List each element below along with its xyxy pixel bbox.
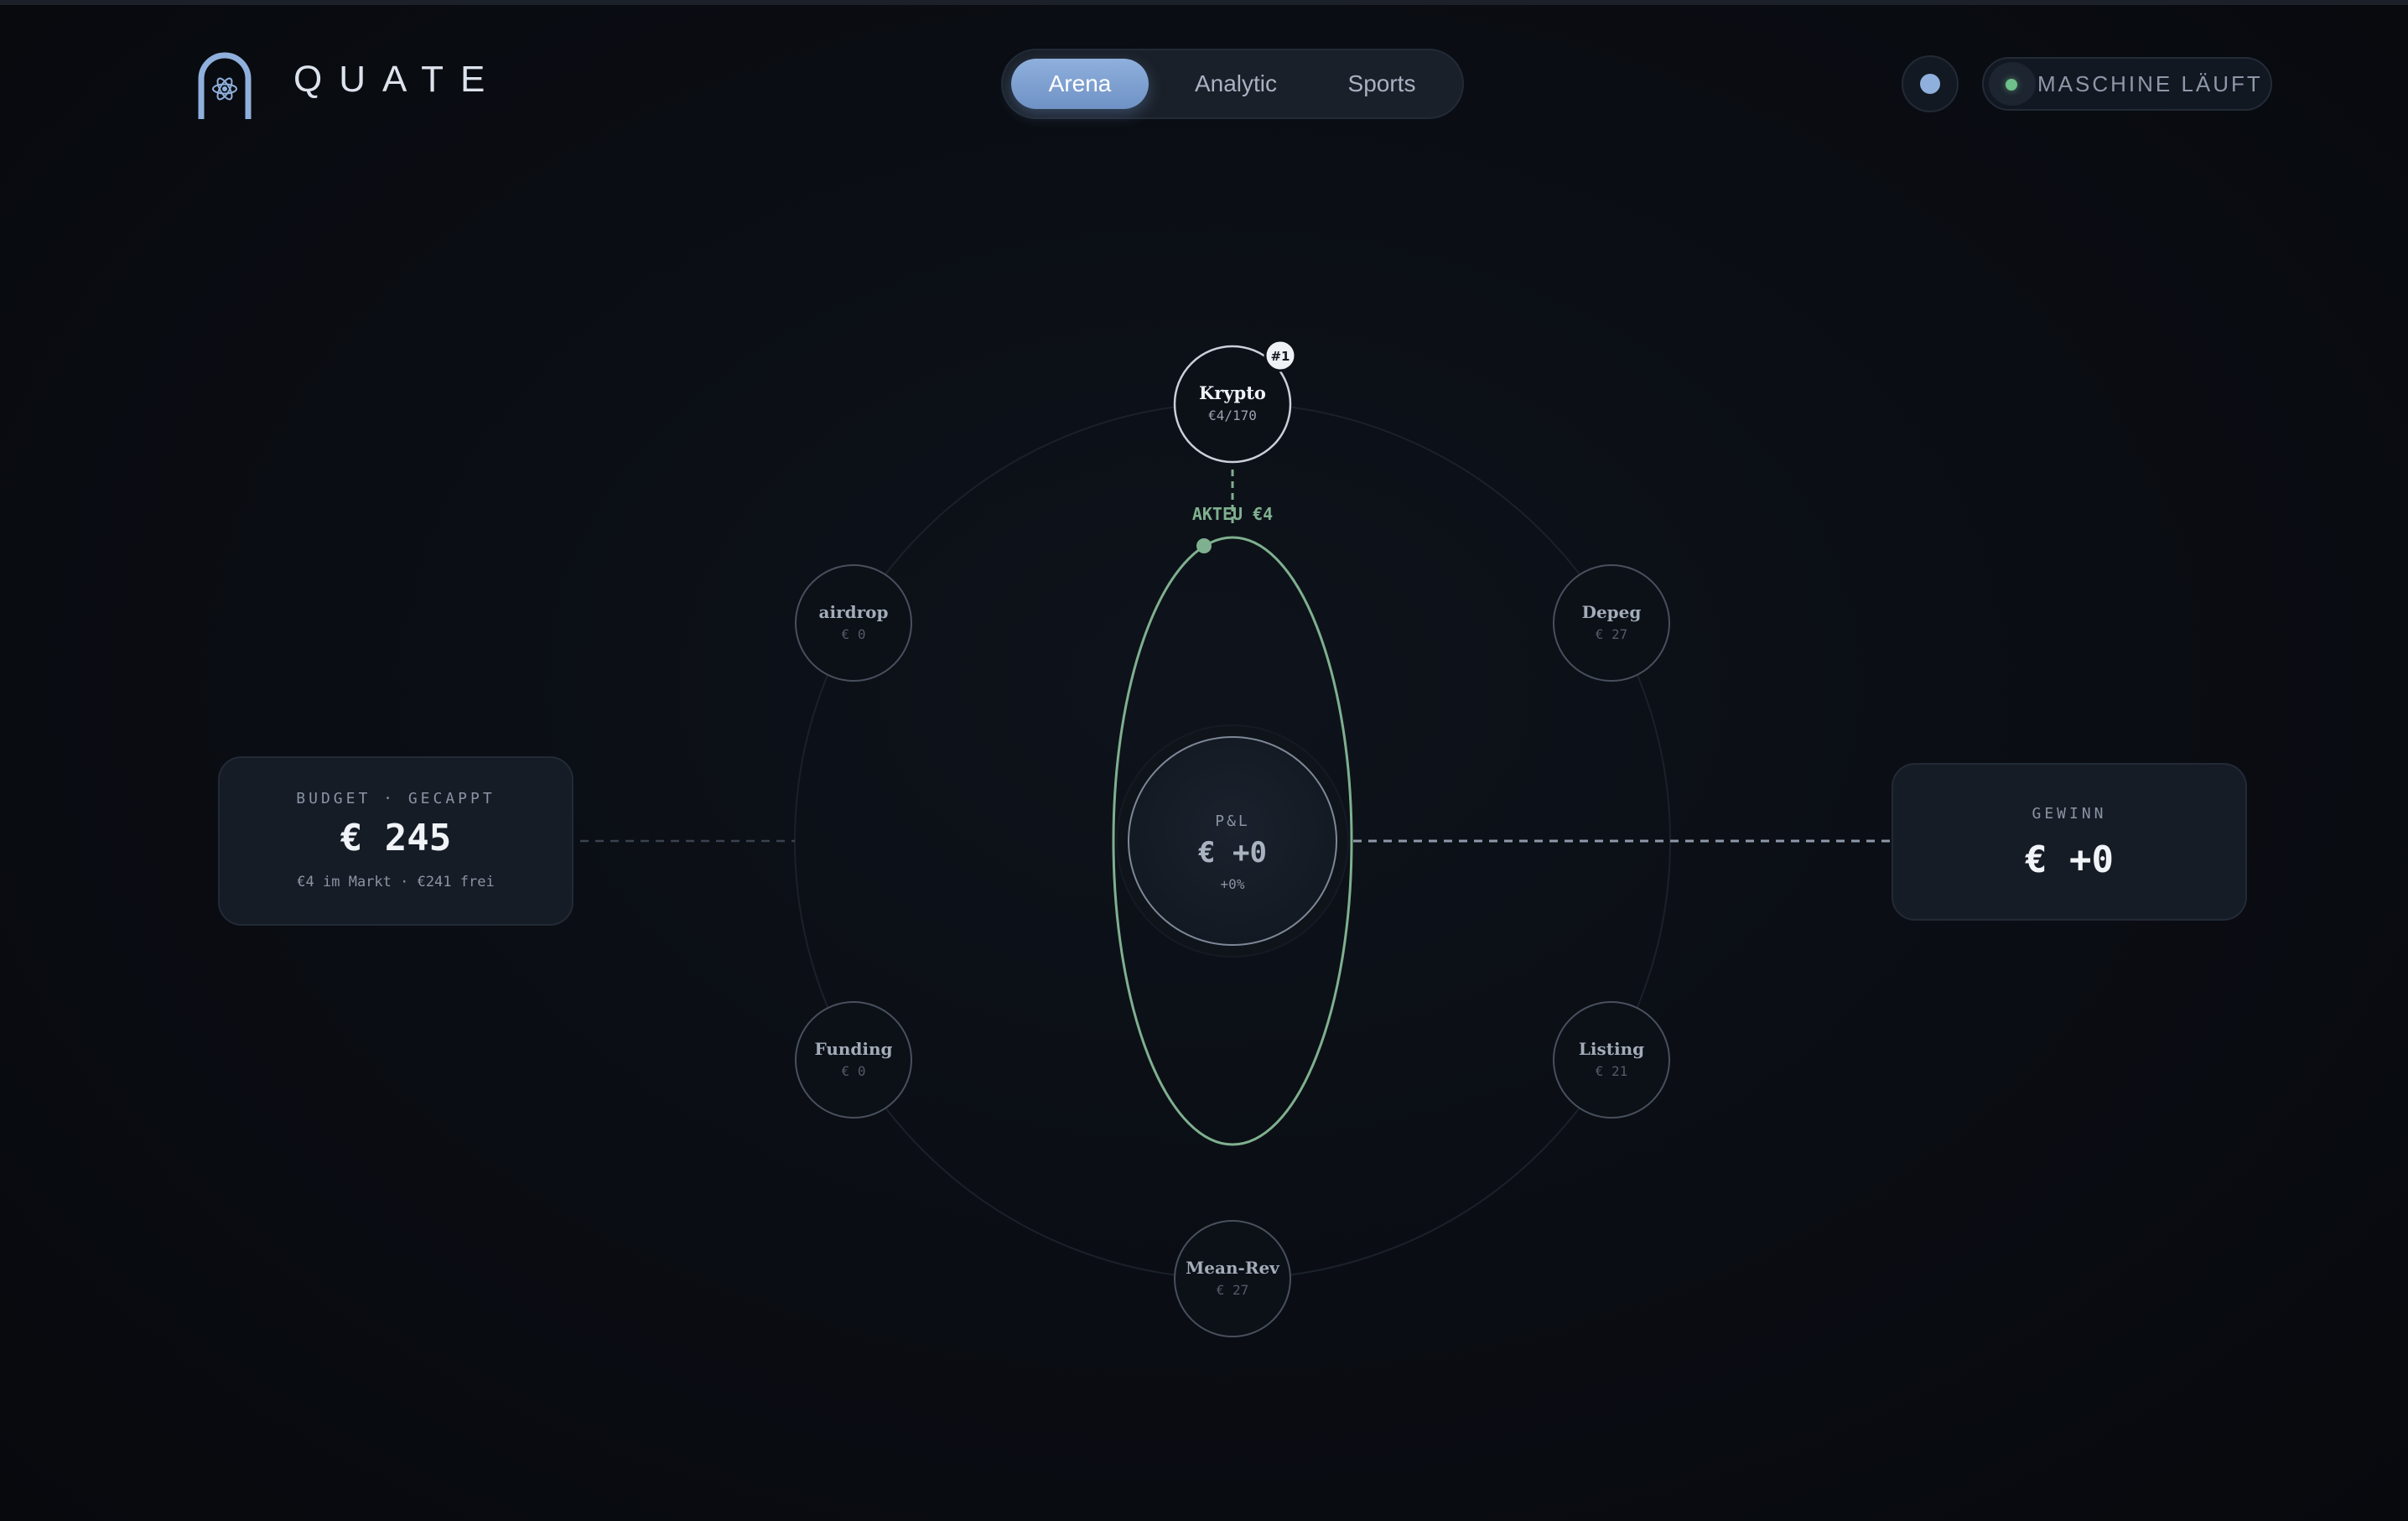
budget-amount: € 245 bbox=[340, 817, 452, 859]
active-orbit-marker bbox=[1196, 538, 1212, 553]
pnl-amount: € +0 bbox=[1198, 836, 1267, 870]
pnl-caption: P&L bbox=[1215, 812, 1250, 830]
node-listing-name: Listing bbox=[1579, 1039, 1644, 1059]
pnl-percent: +0% bbox=[1221, 876, 1245, 892]
node-listing[interactable]: Listing € 21 bbox=[1553, 1001, 1670, 1119]
node-mean-rev[interactable]: Mean-Rev € 27 bbox=[1174, 1220, 1291, 1337]
node-krypto-name: Krypto bbox=[1199, 382, 1266, 403]
node-airdrop[interactable]: airdrop € 0 bbox=[795, 564, 912, 682]
node-airdrop-value: € 0 bbox=[842, 626, 866, 642]
node-mean-rev-value: € 27 bbox=[1217, 1282, 1249, 1298]
rank-label: #1 bbox=[1270, 349, 1290, 364]
node-funding[interactable]: Funding € 0 bbox=[795, 1001, 912, 1119]
active-label: AKTEU €4 bbox=[1192, 504, 1273, 524]
gain-caption: GEWINN bbox=[2032, 805, 2107, 823]
budget-card: BUDGET · GECAPPT € 245 €4 im Markt · €24… bbox=[218, 756, 573, 926]
node-depeg[interactable]: Depeg € 27 bbox=[1553, 564, 1670, 682]
node-depeg-value: € 27 bbox=[1596, 626, 1628, 642]
node-airdrop-name: airdrop bbox=[819, 602, 889, 622]
gain-card: GEWINN € +0 bbox=[1892, 763, 2247, 921]
node-mean-rev-name: Mean-Rev bbox=[1186, 1258, 1280, 1278]
rank-badge: #1 bbox=[1264, 339, 1297, 372]
node-depeg-name: Depeg bbox=[1582, 602, 1642, 622]
gain-amount: € +0 bbox=[2025, 838, 2114, 881]
budget-detail: €4 im Markt · €241 frei bbox=[297, 874, 495, 890]
node-funding-value: € 0 bbox=[842, 1063, 866, 1079]
node-listing-value: € 21 bbox=[1596, 1063, 1628, 1079]
node-funding-name: Funding bbox=[814, 1039, 892, 1059]
budget-caption: BUDGET · GECAPPT bbox=[296, 790, 496, 807]
node-krypto-value: €4/170 bbox=[1208, 408, 1257, 423]
